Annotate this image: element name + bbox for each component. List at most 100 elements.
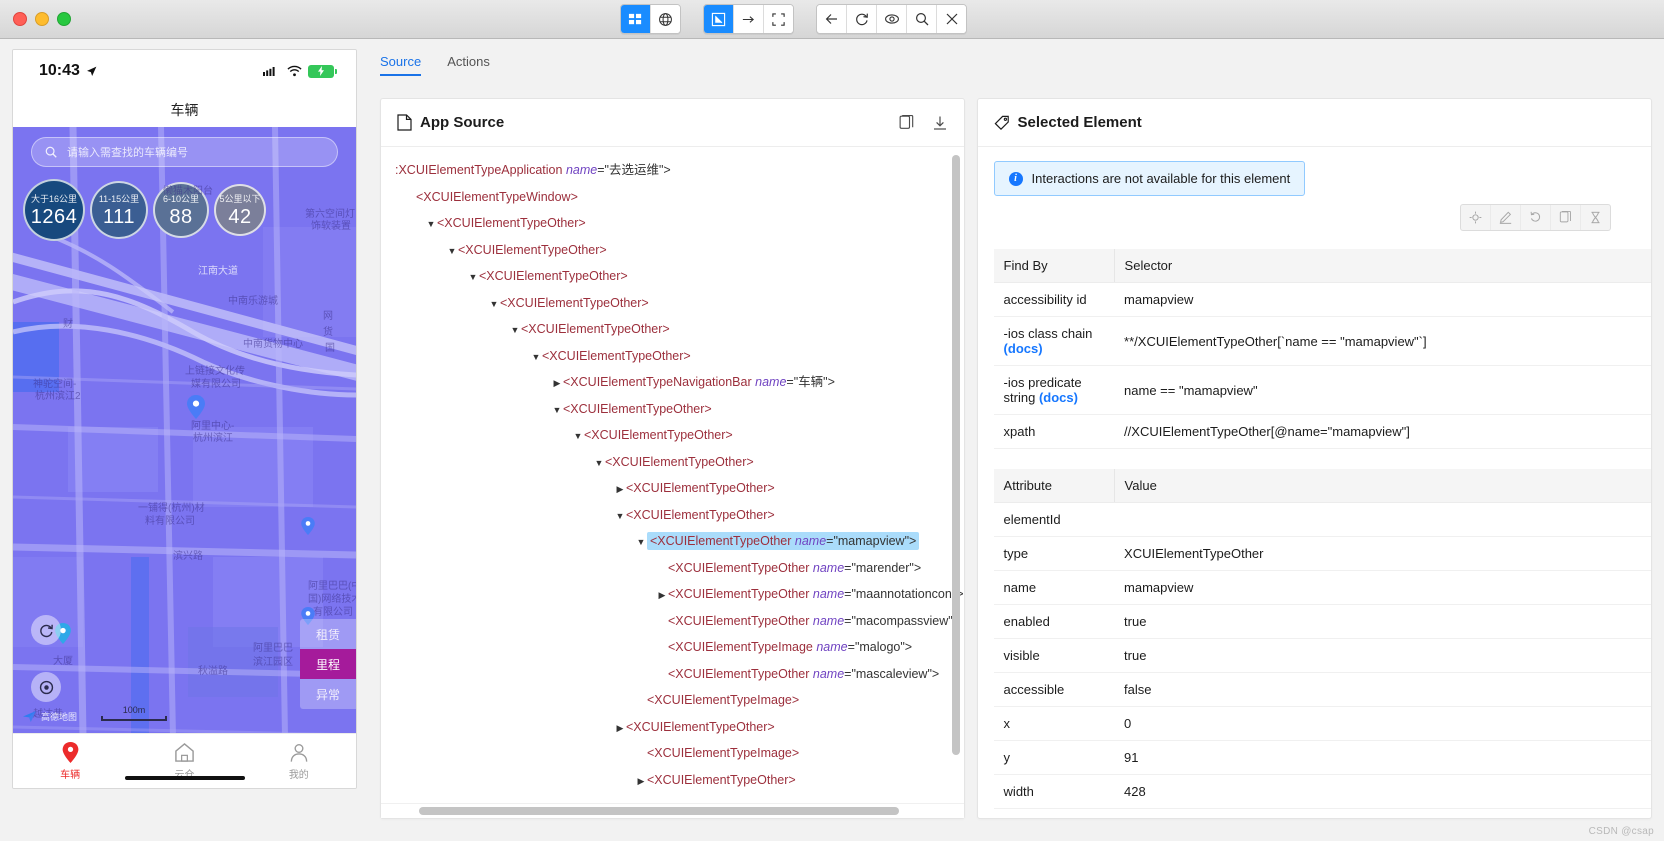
tree-node[interactable]: ▼ <XCUIElementTypeOther>: [383, 422, 964, 449]
tree-node[interactable]: ▼ <XCUIElementTypeOther>: [383, 449, 964, 476]
vehicle-search-bar[interactable]: 请输入需查找的车辆编号: [31, 137, 338, 167]
minimize-window-button[interactable]: [35, 12, 49, 26]
side-tab-abnormal[interactable]: 异常: [300, 679, 356, 709]
source-horizontal-scrollbar-thumb[interactable]: [419, 807, 899, 815]
tree-node-text: <XCUIElementTypeImage name="malogo">: [668, 640, 913, 654]
tree-node[interactable]: <XCUIElementTypeWindow>: [383, 184, 964, 211]
send-keys-pencil-icon-button[interactable]: [1491, 205, 1521, 230]
download-icon[interactable]: [932, 115, 948, 131]
grid-layout-icon-button[interactable]: [621, 5, 651, 33]
docs-link[interactable]: (docs): [1039, 390, 1078, 405]
tap-target-icon-button[interactable]: [1461, 205, 1491, 230]
eye-icon-button[interactable]: [877, 5, 907, 33]
tree-node[interactable]: ▶ <XCUIElementTypeOther>: [383, 767, 964, 794]
find-by-row[interactable]: -ios predicate string (docs) name == "mam…: [993, 365, 1651, 415]
timer-hourglass-icon-button[interactable]: [1581, 205, 1610, 230]
refresh-icon-button[interactable]: [847, 5, 877, 33]
find-by-row[interactable]: xpath//XCUIElementTypeOther[@name="mamap…: [993, 414, 1651, 449]
find-by-row[interactable]: -ios class chain (docs) **/XCUIElementTyp…: [993, 316, 1651, 366]
attribute-value: [1114, 502, 1651, 537]
tabbar-item-vehicle[interactable]: 车辆: [13, 741, 127, 781]
tree-node[interactable]: <XCUIElementTypeImage>: [383, 740, 964, 767]
back-arrow-icon-button[interactable]: [817, 5, 847, 33]
chevron-down-icon[interactable]: ▼: [467, 264, 479, 291]
cluster-bubble[interactable]: 大于16公里 1264: [23, 179, 85, 241]
tree-node[interactable]: ▼ <XCUIElementTypeOther>: [383, 290, 964, 317]
tree-node-selected[interactable]: ▼ <XCUIElementTypeOther name="mamapview">: [383, 528, 964, 555]
tabbar-item-warehouse[interactable]: 云仓: [127, 742, 241, 781]
cluster-bubble[interactable]: 11-15公里 111: [90, 181, 148, 239]
chevron-right-icon[interactable]: ▶: [614, 476, 626, 503]
cluster-bubble[interactable]: 6-10公里 88: [153, 182, 209, 238]
chevron-down-icon[interactable]: ▼: [509, 317, 521, 344]
map-side-tabs: 租赁 里程 异常: [300, 619, 356, 709]
map-pin-icon[interactable]: [301, 517, 315, 535]
tree-node-text: <XCUIElementTypeNavigationBar name="车辆">: [563, 375, 835, 389]
app-content: 10:43 车辆 请输入需查找的车辆编号 大于16公里 1264 11-15公里…: [0, 39, 1664, 841]
tab-actions[interactable]: Actions: [447, 54, 490, 76]
tree-node[interactable]: <XCUIElementTypeImage name="malogo">: [383, 634, 964, 661]
chevron-right-icon[interactable]: ▶: [656, 582, 668, 609]
map-pin-icon[interactable]: [187, 395, 205, 419]
source-vertical-scrollbar[interactable]: [951, 155, 960, 755]
cluster-bubble[interactable]: 5公里以下 42: [214, 184, 266, 236]
tab-source[interactable]: Source: [380, 54, 422, 76]
chevron-down-icon[interactable]: ▼: [635, 529, 647, 556]
tree-node[interactable]: ▼ <XCUIElementTypeOther>: [383, 316, 964, 343]
swipe-arrow-icon-button[interactable]: [734, 5, 764, 33]
close-window-button[interactable]: [13, 12, 27, 26]
chevron-down-icon[interactable]: ▼: [425, 211, 437, 238]
tree-node[interactable]: <XCUIElementTypeOther name="marender">: [383, 555, 964, 582]
tree-node[interactable]: <XCUIElementTypeOther name="macompassvie…: [383, 608, 964, 635]
tree-node-text: <XCUIElementTypeOther>: [479, 269, 628, 283]
chevron-down-icon[interactable]: ▼: [530, 344, 542, 371]
tree-node[interactable]: ▼ <XCUIElementTypeOther>: [383, 263, 964, 290]
tree-node[interactable]: ▶ <XCUIElementTypeOther name="maannotatio…: [383, 581, 964, 608]
chevron-right-icon[interactable]: ▶: [614, 715, 626, 742]
attribute-key: type: [993, 536, 1115, 571]
chevron-down-icon[interactable]: ▼: [488, 291, 500, 318]
window-titlebar: [0, 0, 1664, 39]
tree-node[interactable]: ▼ <XCUIElementTypeOther>: [383, 210, 964, 237]
chevron-down-icon[interactable]: ▼: [551, 397, 563, 424]
search-icon-button[interactable]: [907, 5, 937, 33]
side-tab-rental[interactable]: 租赁: [300, 619, 356, 649]
maximize-window-button[interactable]: [57, 12, 71, 26]
tree-node[interactable]: ▼ <XCUIElementTypeOther>: [383, 502, 964, 529]
chevron-down-icon[interactable]: ▼: [593, 450, 605, 477]
copy-icon-button[interactable]: [1551, 205, 1581, 230]
select-cursor-icon-button[interactable]: [704, 5, 734, 33]
device-screenshot[interactable]: 10:43 车辆 请输入需查找的车辆编号 大于16公里 1264 11-15公里…: [12, 49, 357, 789]
chevron-down-icon[interactable]: ▼: [446, 238, 458, 265]
tap-crosshair-icon-button[interactable]: [764, 5, 793, 33]
source-horizontal-scrollbar-track[interactable]: [381, 803, 964, 818]
clear-undo-icon-button[interactable]: [1521, 205, 1551, 230]
chevron-down-icon[interactable]: ▼: [572, 423, 584, 450]
find-by-row[interactable]: accessibility id mamapview: [993, 282, 1651, 317]
docs-link[interactable]: (docs): [1004, 341, 1043, 356]
chevron-right-icon[interactable]: ▶: [635, 768, 647, 795]
chevron-down-icon[interactable]: ▼: [614, 503, 626, 530]
tree-node[interactable]: :XCUIElementTypeApplication name="去选运维">: [383, 157, 964, 184]
map-refresh-button[interactable]: [31, 615, 61, 645]
tree-node[interactable]: ▼ <XCUIElementTypeOther>: [383, 237, 964, 264]
tab-source-label: Source: [380, 54, 422, 69]
tree-node[interactable]: ▼ <XCUIElementTypeOther>: [383, 343, 964, 370]
tree-node[interactable]: <XCUIElementTypeImage>: [383, 687, 964, 714]
tree-node[interactable]: ▼ <XCUIElementTypeOther>: [383, 396, 964, 423]
app-source-tree[interactable]: :XCUIElementTypeApplication name="去选运维">…: [381, 157, 964, 793]
close-x-icon-button[interactable]: [937, 5, 966, 33]
tabbar-item-profile[interactable]: 我的: [242, 742, 356, 781]
tree-node-text: <XCUIElementTypeOther>: [626, 719, 775, 734]
app-source-tree-wrap[interactable]: :XCUIElementTypeApplication name="去选运维">…: [381, 147, 964, 803]
copy-icon[interactable]: [899, 114, 914, 131]
map-view[interactable]: 请输入需查找的车辆编号 大于16公里 1264 11-15公里 111 6-10…: [13, 127, 356, 733]
side-tab-mileage[interactable]: 里程: [300, 649, 356, 679]
chevron-right-icon[interactable]: ▶: [551, 370, 563, 397]
globe-icon-button[interactable]: [651, 5, 680, 33]
tree-node[interactable]: <XCUIElementTypeOther name="mascaleview"…: [383, 661, 964, 688]
tree-node[interactable]: ▶ <XCUIElementTypeOther>: [383, 475, 964, 502]
map-locate-button[interactable]: [31, 672, 61, 702]
tree-node[interactable]: ▶ <XCUIElementTypeNavigationBar name="车辆"…: [383, 369, 964, 396]
tree-node[interactable]: ▶ <XCUIElementTypeOther>: [383, 714, 964, 741]
